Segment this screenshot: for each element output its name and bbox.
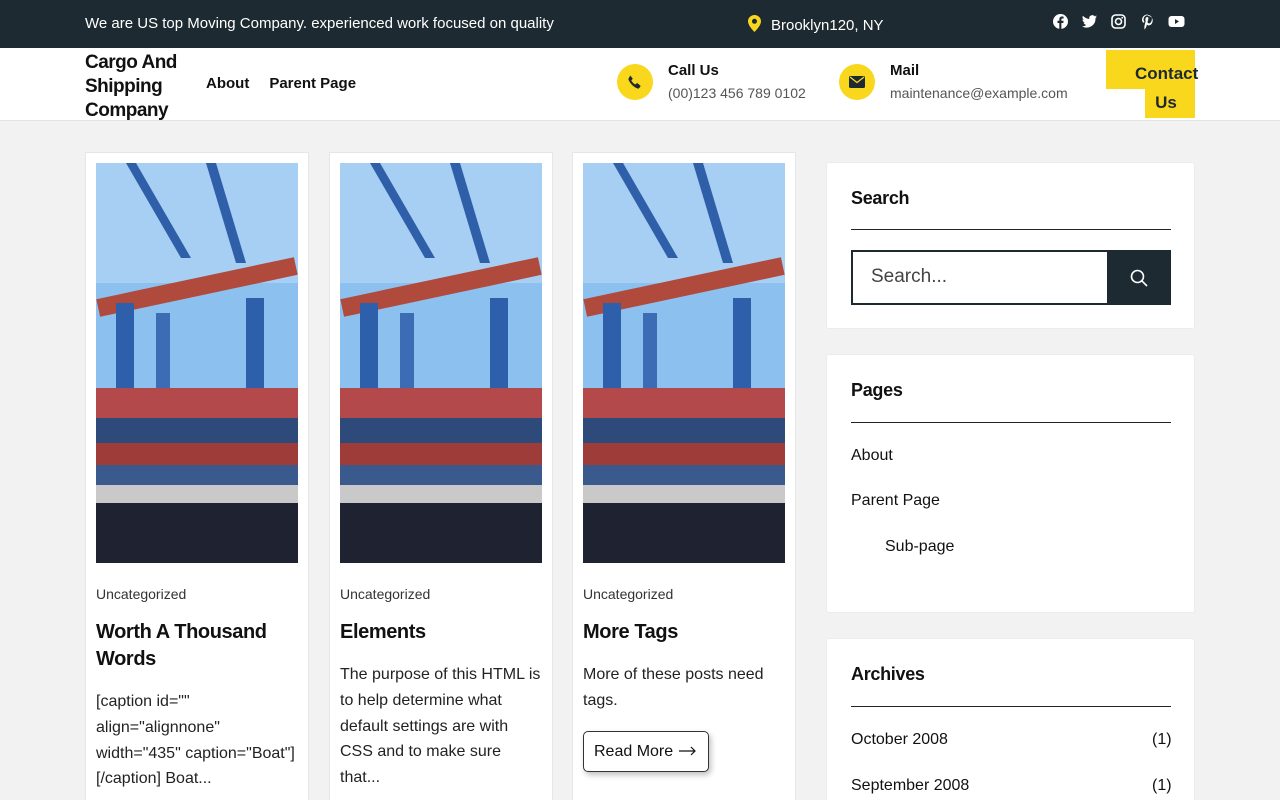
post-excerpt: [caption id="" align="alignnone" width="… [96,693,295,788]
arrow-right-icon [679,743,697,761]
post-category[interactable]: Uncategorized [583,586,673,602]
contact-us-button[interactable]: Contact Us [1106,50,1199,118]
post-excerpt: More of these posts need tags. [583,666,764,709]
site-header: Cargo And Shipping Company About Parent … [0,48,1280,121]
search-icon [1130,269,1148,287]
facebook-icon[interactable] [1052,13,1069,30]
mail-address[interactable]: maintenance@example.com [890,85,1068,101]
mail-block: Mail maintenance@example.com [839,62,1068,101]
social-links [1052,13,1185,30]
archive-link[interactable]: September 2008 [851,777,969,795]
call-us-number[interactable]: (00)123 456 789 0102 [668,85,806,101]
search-widget: Search Search... [826,162,1195,329]
phone-icon [617,63,653,100]
search-submit-button[interactable] [1107,250,1171,305]
post-title[interactable]: More Tags [583,619,783,646]
post-card: Uncategorized Elements The purpose of th… [329,152,553,800]
post-thumbnail[interactable] [583,163,785,563]
read-more-button[interactable]: Read More [583,731,709,772]
site-brand[interactable]: Cargo And Shipping Company [85,51,195,123]
youtube-icon[interactable] [1168,13,1185,30]
widget-divider [851,229,1171,230]
call-us-block: Call Us (00)123 456 789 0102 [617,62,806,101]
search-widget-title: Search [851,188,910,208]
tagline: We are US top Moving Company. experience… [85,15,554,32]
post-category[interactable]: Uncategorized [96,586,186,602]
archive-count: (1) [1152,731,1172,748]
location-text: Brooklyn120, NY [771,17,884,34]
page-link-about[interactable]: About [851,447,893,465]
top-bar: We are US top Moving Company. experience… [0,0,1280,48]
envelope-icon [839,63,875,100]
post-thumbnail[interactable] [96,163,298,563]
archive-count: (1) [1152,777,1172,794]
post-card: Uncategorized More Tags More of these po… [572,152,796,800]
post-excerpt: The purpose of this HTML is to help dete… [340,666,541,787]
archives-widget-title: Archives [851,664,925,684]
nav-item-parent-page[interactable]: Parent Page [269,75,356,92]
main-nav: About Parent Page [206,75,356,92]
pinterest-icon[interactable] [1139,13,1156,30]
map-pin-icon [748,15,761,36]
search-input[interactable]: Search... [851,250,1108,305]
mail-title: Mail [890,62,920,79]
port-cranes-image [96,163,298,563]
read-more-label: Read More [594,742,674,760]
widget-divider [851,706,1171,707]
post-title[interactable]: Worth A Thousand Words [96,619,296,673]
post-card: Uncategorized Worth A Thousand Words [ca… [85,152,309,800]
page-link-sub-page[interactable]: Sub-page [885,538,954,556]
call-us-title: Call Us [668,62,719,79]
location: Brooklyn120, NY [748,15,884,36]
pages-widget: Pages About Parent Page Sub-page [826,354,1195,613]
widget-divider [851,422,1171,423]
post-category[interactable]: Uncategorized [340,586,430,602]
page-link-parent-page[interactable]: Parent Page [851,492,940,510]
post-title[interactable]: Elements [340,619,540,646]
pages-widget-title: Pages [851,380,903,400]
instagram-icon[interactable] [1110,13,1127,30]
post-thumbnail[interactable] [340,163,542,563]
twitter-icon[interactable] [1081,13,1098,30]
port-cranes-image [340,163,542,563]
nav-item-about[interactable]: About [206,75,249,92]
archive-link[interactable]: October 2008 [851,731,948,749]
contact-us-label: Contact Us [1135,64,1199,112]
archives-widget: Archives October 2008 (1) September 2008… [826,638,1195,800]
port-cranes-image [583,163,785,563]
